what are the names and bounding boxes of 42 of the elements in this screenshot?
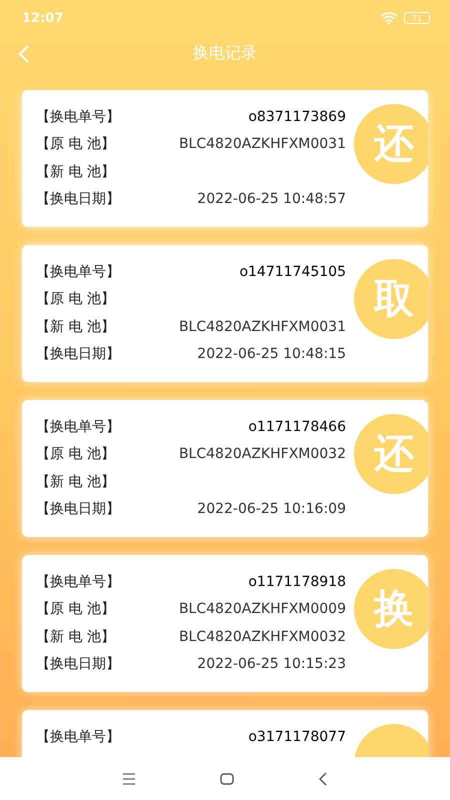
menu-icon[interactable] — [122, 772, 136, 784]
field-label: 【新 电 池】 — [36, 472, 115, 491]
field-value: 2022-06-25 10:15:23 — [197, 656, 346, 672]
field-value: o3171178077 — [248, 728, 346, 745]
field-value: BLC4820AZKHFXM0032 — [178, 446, 346, 462]
badge-label: 取 — [374, 279, 414, 319]
field-value: 2022-06-25 10:16:09 — [197, 501, 346, 518]
field-label: 【原 电 池】 — [36, 600, 115, 618]
badge-label: 还 — [374, 434, 414, 474]
field-value: BLC4820AZKHFXM0031 — [178, 136, 346, 152]
field-label: 【换电日期】 — [36, 500, 120, 518]
field-label: 【换电单号】 — [36, 728, 120, 746]
field-label: 【换电单号】 — [36, 262, 120, 281]
field-label: 【换电单号】 — [36, 572, 120, 591]
wifi-icon — [380, 12, 398, 24]
field-label: 【换电日期】 — [36, 190, 120, 208]
field-label: 【新 电 池】 — [36, 162, 115, 181]
field-label: 【原 电 池】 — [36, 445, 115, 464]
field-label: 【换电日期】 — [36, 655, 120, 674]
field-value: BLC4820AZKHFXM0031 — [178, 318, 346, 335]
home-icon[interactable] — [220, 772, 234, 784]
field-label: 【新 电 池】 — [36, 628, 115, 646]
field-value: o1171178466 — [248, 418, 346, 435]
battery-icon: 71 — [404, 12, 430, 24]
page-title: 换电记录 — [193, 42, 257, 64]
field-label: 【换电单号】 — [36, 108, 120, 126]
field-label: 【新 电 池】 — [36, 318, 115, 336]
badge-label: 还 — [374, 124, 414, 164]
field-value: o14711745105 — [239, 264, 346, 280]
badge-label: 换 — [374, 589, 414, 629]
field-label: 【原 电 池】 — [36, 290, 115, 308]
field-value: 2022-06-25 10:48:15 — [197, 346, 346, 362]
field-value: o8371173869 — [248, 108, 346, 125]
field-label: 【换电单号】 — [36, 418, 120, 436]
back-nav-icon[interactable] — [318, 772, 328, 786]
field-label: 【原 电 池】 — [36, 135, 115, 154]
field-label: 【换电日期】 — [36, 345, 120, 364]
field-value: o1171178918 — [248, 574, 346, 590]
field-value: 2022-06-25 10:48:57 — [197, 191, 346, 208]
field-value: BLC4820AZKHFXM0032 — [178, 628, 346, 645]
field-value: BLC4820AZKHFXM0009 — [178, 601, 346, 618]
status-time: 12:07 — [22, 10, 64, 26]
